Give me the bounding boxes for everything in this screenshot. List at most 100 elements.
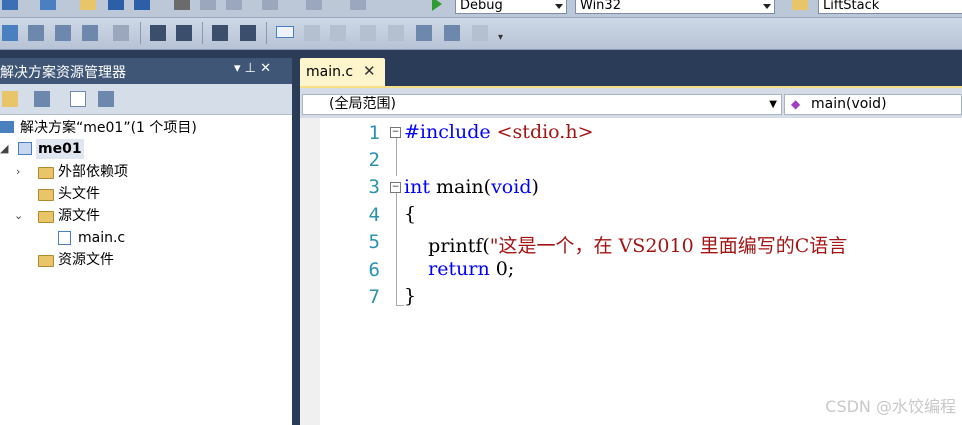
outline-guide <box>396 193 397 306</box>
font-icon[interactable] <box>82 25 98 41</box>
watermark: CSDN @水饺编程 <box>825 397 956 416</box>
outline-guide <box>396 138 397 176</box>
prev-bookmark-folder-icon[interactable] <box>360 25 376 41</box>
function-call: printf( <box>404 235 490 257</box>
next-bookmark-icon[interactable] <box>330 25 346 41</box>
member-select[interactable]: ◆ main(void) <box>784 94 962 115</box>
class-view-icon[interactable] <box>2 25 18 41</box>
solution-explorer-toolbar <box>0 84 292 115</box>
splitter[interactable] <box>292 58 300 425</box>
outline-guide-end <box>396 305 404 306</box>
folder-icon <box>38 255 54 267</box>
main-c-label: main.c <box>78 230 126 246</box>
find-combo[interactable]: LiftStack <box>818 0 962 14</box>
code-line-6: return 0; <box>404 258 514 280</box>
prev-bookmark-icon[interactable] <box>304 25 320 41</box>
solution-config-select[interactable]: Debug <box>455 0 567 14</box>
line-number: 6 <box>368 259 380 281</box>
tab-main-c[interactable]: main.c ✕ <box>300 58 385 86</box>
save-icon[interactable] <box>108 0 124 10</box>
tab-label: main.c <box>306 64 354 80</box>
properties-icon[interactable] <box>2 91 18 107</box>
project-icon <box>18 142 32 155</box>
toolbar-overflow-icon[interactable]: ▾ <box>498 32 503 43</box>
expanded-arrow-icon[interactable]: ◢ <box>0 139 8 159</box>
folder-icon <box>38 189 54 201</box>
keyword: int <box>404 176 430 198</box>
copy-icon[interactable] <box>200 0 216 10</box>
source-files-label: 源文件 <box>58 208 100 224</box>
collapse-icon[interactable]: − <box>390 182 401 193</box>
list-members-icon[interactable] <box>113 25 129 41</box>
header-files-label: 头文件 <box>58 186 100 202</box>
collapsed-arrow-icon[interactable]: › <box>16 162 20 182</box>
preprocessor-token: #include <box>404 121 497 143</box>
next-bookmark-doc-icon[interactable] <box>444 25 460 41</box>
line-number: 1 <box>368 122 380 144</box>
folder-icon <box>38 167 54 179</box>
property-icon[interactable] <box>28 25 44 41</box>
new-project-icon[interactable] <box>2 0 18 10</box>
solution-icon <box>0 121 14 133</box>
chevron-down-icon <box>555 4 563 9</box>
prev-bookmark-doc-icon[interactable] <box>416 25 432 41</box>
resource-files-label: 资源文件 <box>58 252 114 268</box>
next-bookmark-folder-icon[interactable] <box>388 25 404 41</box>
config-value: Debug <box>460 0 503 13</box>
navigation-bar: (全局范围) ▼ ◆ main(void) <box>300 86 962 120</box>
c-file-icon <box>58 231 71 245</box>
indicator-margin <box>300 118 320 425</box>
expanded-arrow-icon[interactable]: ⌄ <box>14 206 23 226</box>
project-label: me01 <box>36 139 84 159</box>
pane-controls[interactable]: ▾ ⊥ ✕ <box>234 61 271 76</box>
return-value: 0; <box>489 258 515 280</box>
show-all-files-icon[interactable] <box>34 91 50 107</box>
scope-value: (全局范围) <box>329 96 396 112</box>
line-number: 2 <box>368 149 380 171</box>
method-icon: ◆ <box>791 97 801 111</box>
open-folder-icon[interactable] <box>80 0 96 10</box>
code-line-5: printf("这是一个，在 VS2010 里面编写的C语言 <box>404 231 847 258</box>
chevron-down-icon: ▼ <box>769 99 777 110</box>
code-editor[interactable]: 1 2 3 4 5 6 7 − − #include <stdio.h> int… <box>300 118 962 425</box>
cut-icon[interactable] <box>174 0 190 10</box>
redo-icon[interactable] <box>306 0 322 10</box>
uncomment-icon[interactable] <box>240 25 256 41</box>
keyword: return <box>404 258 490 280</box>
scope-select[interactable]: (全局范围) ▼ <box>302 94 782 115</box>
undo-icon[interactable] <box>262 0 278 10</box>
external-deps-label: 外部依赖项 <box>58 164 128 180</box>
platform-select[interactable]: Win32 <box>575 0 775 14</box>
code-line-7: } <box>404 285 417 307</box>
line-number: 7 <box>368 286 380 308</box>
identifier: main( <box>429 176 492 198</box>
solution-explorer-header: 解决方案资源管理器 ▾ ⊥ ✕ <box>0 58 292 84</box>
line-number: 3 <box>368 176 380 198</box>
solution-explorer-title: 解决方案资源管理器 <box>0 65 126 81</box>
refresh-icon[interactable] <box>70 91 86 107</box>
open-folder-icon <box>38 211 54 223</box>
paste-icon[interactable] <box>226 0 242 10</box>
bookmark-icon[interactable] <box>276 26 294 38</box>
code-line-4: { <box>404 203 417 225</box>
navigate-back-icon[interactable] <box>350 0 366 10</box>
paren: ) <box>531 176 539 198</box>
find-value: LiftStack <box>823 0 880 13</box>
outdent-icon[interactable] <box>150 25 166 41</box>
add-item-icon[interactable] <box>40 0 56 10</box>
view-class-diagram-icon[interactable] <box>98 91 114 107</box>
comment-icon[interactable] <box>212 25 228 41</box>
clear-bookmarks-icon[interactable] <box>472 25 488 41</box>
document-tabs: main.c ✕ <box>300 58 962 86</box>
platform-value: Win32 <box>580 0 621 13</box>
code-line-3: int main(void) <box>404 176 539 198</box>
solution-label: 解决方案“me01”(1 个项目) <box>20 120 197 136</box>
member-value: main(void) <box>811 96 887 112</box>
close-icon[interactable]: ✕ <box>363 62 376 80</box>
find-in-files-icon[interactable] <box>792 0 808 10</box>
start-debug-icon[interactable] <box>432 0 442 11</box>
object-browser-icon[interactable] <box>55 25 71 41</box>
indent-icon[interactable] <box>176 25 192 41</box>
save-all-icon[interactable] <box>134 0 150 10</box>
collapse-icon[interactable]: − <box>390 127 401 138</box>
